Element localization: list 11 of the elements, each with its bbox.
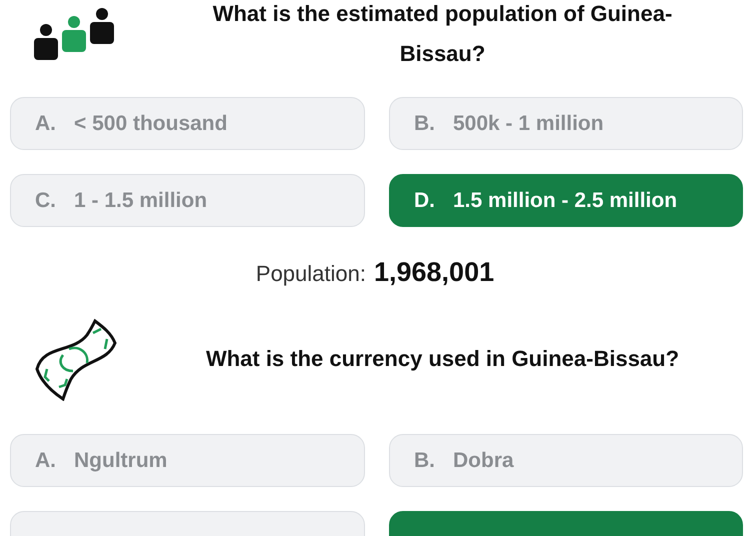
question-text: What is the currency used in Guinea-Bissau? xyxy=(204,345,680,373)
answer-option[interactable]: A. < 500 thousand xyxy=(10,97,365,150)
banknote-icon xyxy=(33,317,117,401)
question-text: What is the estimated population of Guinea-Bissau? xyxy=(212,0,674,68)
answer-option[interactable]: B. Dobra xyxy=(389,434,743,487)
answer-value: 1,968,001 xyxy=(374,257,494,288)
answer-option[interactable]: A. Ngultrum xyxy=(10,434,365,487)
answer-option[interactable]: D. 1.5 million - 2.5 million xyxy=(389,174,743,227)
answer-option[interactable]: C. 1 - 1.5 million xyxy=(10,174,365,227)
answer-label: Population: xyxy=(256,261,366,287)
answer-option[interactable]: B. 500k - 1 million xyxy=(389,97,743,150)
